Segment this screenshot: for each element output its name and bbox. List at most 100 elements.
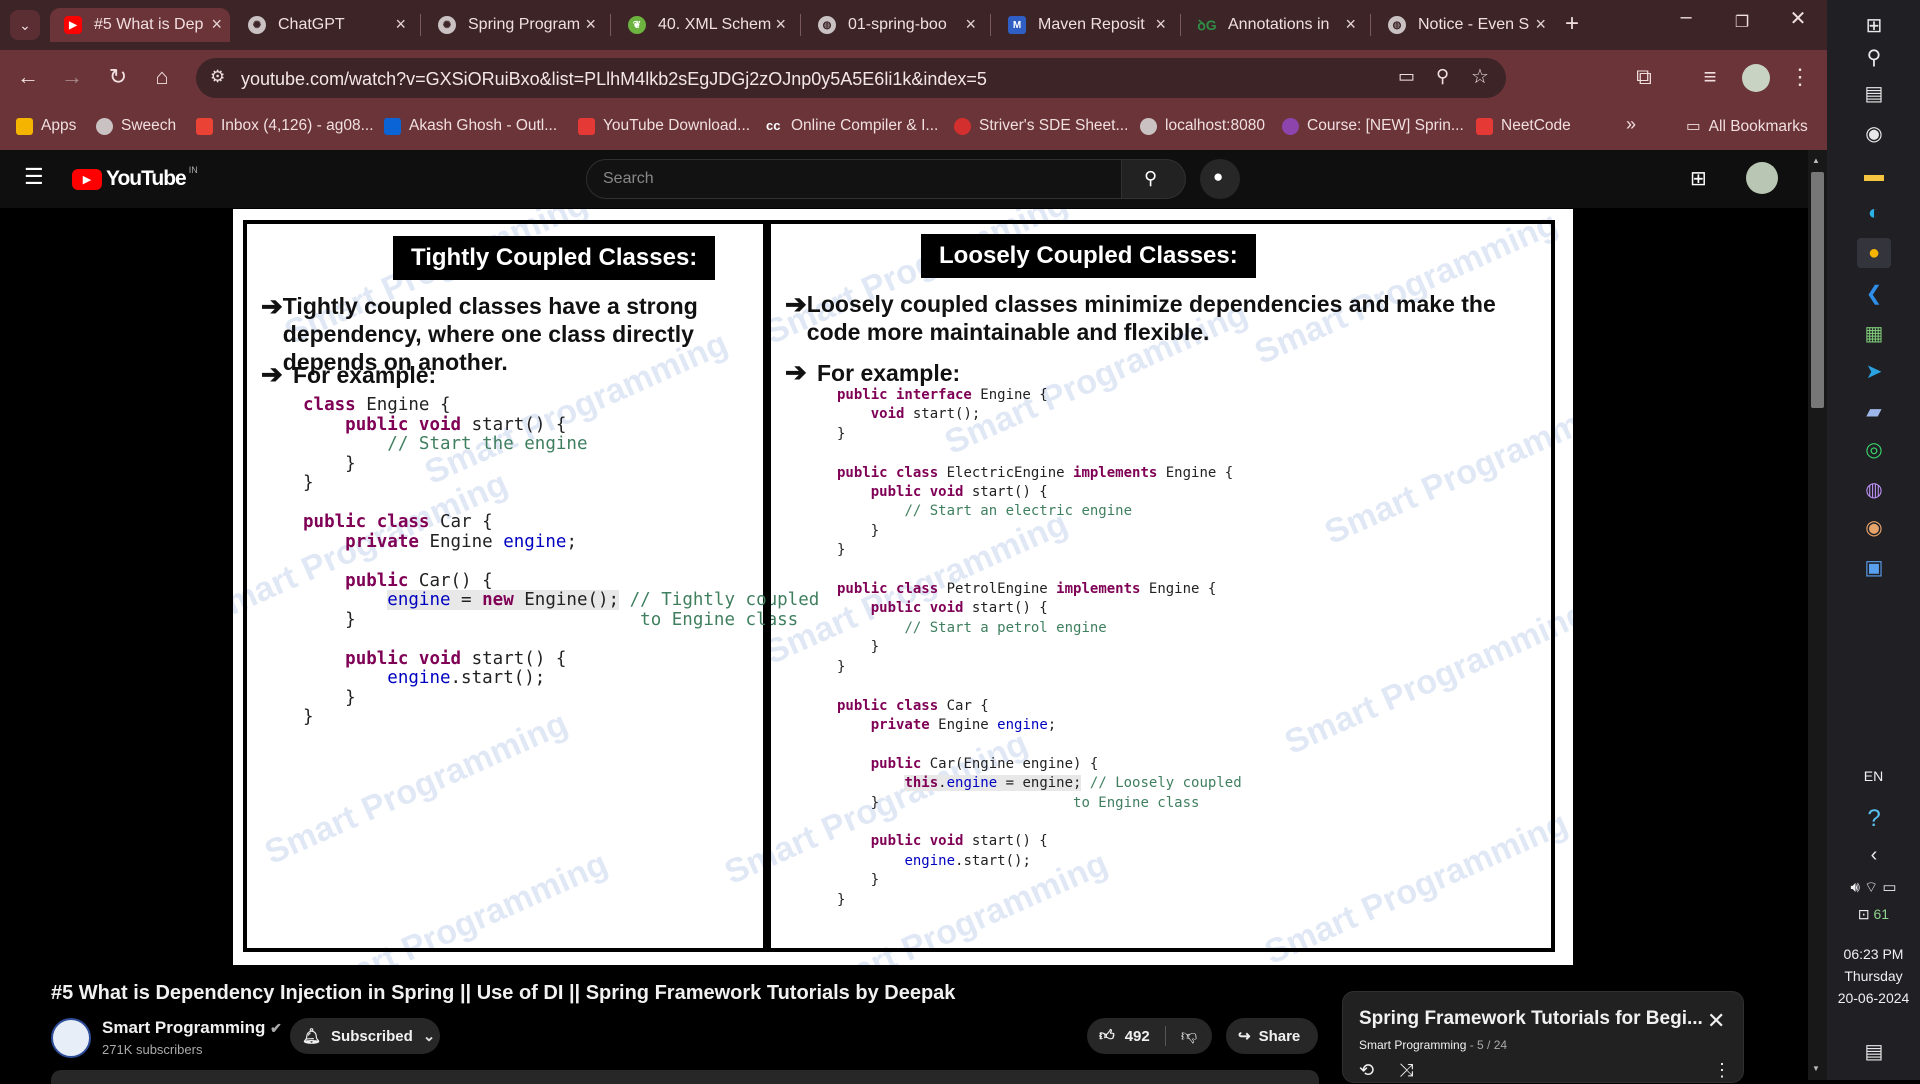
gfg-favicon-icon: ꝺG xyxy=(1197,16,1217,33)
playlist-channel[interactable]: Smart Programming xyxy=(1359,1038,1466,1052)
tab-youtube[interactable]: ▶ #5 What is Dep × xyxy=(50,8,230,42)
task-view-icon[interactable]: ▤ xyxy=(1857,78,1891,108)
home-icon[interactable]: ⌂ xyxy=(148,64,176,90)
close-tab-icon[interactable]: × xyxy=(1345,14,1356,35)
app-icon[interactable]: ◉ xyxy=(1857,512,1891,542)
zoom-icon[interactable]: ⚲ xyxy=(1436,66,1449,87)
media-control-icon[interactable]: ≡ xyxy=(1696,64,1724,90)
site-info-icon[interactable]: ⚙ xyxy=(210,67,225,87)
tab-search-button[interactable]: ⌄ xyxy=(10,10,40,40)
dislike-button[interactable]: 👎︎ xyxy=(1166,1018,1212,1054)
close-tab-icon[interactable]: × xyxy=(211,14,222,35)
region-code: IN xyxy=(188,165,198,175)
new-tab-button[interactable]: + xyxy=(1558,10,1586,38)
close-tab-icon[interactable]: × xyxy=(585,14,596,35)
close-tab-icon[interactable]: × xyxy=(395,14,406,35)
app-icon[interactable]: ◉ xyxy=(1857,118,1891,148)
search-input[interactable]: Search xyxy=(586,159,1122,199)
page-scrollbar[interactable]: ▲ ▼ xyxy=(1808,150,1827,1080)
close-tab-icon[interactable]: × xyxy=(1155,14,1166,35)
close-tab-icon[interactable]: × xyxy=(965,14,976,35)
whatsapp-icon[interactable]: ◎ xyxy=(1857,434,1891,464)
tab-annotations[interactable]: ꝺG Annotations in × xyxy=(1184,8,1364,42)
hamburger-menu-icon[interactable]: ☰ xyxy=(24,164,44,190)
tab-maven[interactable]: M Maven Reposit × xyxy=(994,8,1174,42)
language-indicator[interactable]: EN xyxy=(1827,768,1920,784)
channel-name[interactable]: Smart Programming ✔ xyxy=(102,1018,282,1038)
search-button[interactable]: ⚲ xyxy=(1122,159,1186,199)
subscribed-button[interactable]: 🔔︎ Subscribed ⌄ xyxy=(290,1018,440,1054)
bookmark-apps[interactable]: Apps xyxy=(16,117,76,135)
account-avatar[interactable] xyxy=(1746,162,1778,194)
channel-avatar[interactable] xyxy=(51,1018,91,1058)
notification-center-icon[interactable]: ▤ xyxy=(1857,1036,1891,1066)
tab-spring-boot[interactable]: ◍ 01-spring-boo × xyxy=(804,8,984,42)
bookmark-outlook[interactable]: Akash Ghosh - Outl... xyxy=(384,117,557,135)
close-window-icon[interactable]: ✕ xyxy=(1770,6,1826,31)
video-player[interactable]: Smart Programming Smart Programming Smar… xyxy=(0,208,1808,965)
bookmark-youtube-download[interactable]: YouTube Download... xyxy=(578,117,750,135)
tab-spring-program[interactable]: ✺ Spring Program × xyxy=(424,8,604,42)
bookmark-star-icon[interactable]: ☆ xyxy=(1471,64,1489,89)
close-icon[interactable]: ✕ xyxy=(1707,1008,1725,1034)
close-tab-icon[interactable]: × xyxy=(775,14,786,35)
url-text: youtube.com/watch?v=GXSiORuiBxo&list=PLl… xyxy=(241,69,987,89)
bookmark-label: Sweech xyxy=(121,117,177,134)
chrome-icon[interactable]: ● xyxy=(1857,238,1891,268)
tab-chatgpt[interactable]: ✺ ChatGPT × xyxy=(234,8,414,42)
globe-favicon-icon: ◍ xyxy=(1388,16,1406,34)
cast-icon[interactable]: ▭ xyxy=(1398,66,1415,87)
youtube-logo[interactable]: ▶ YouTube IN xyxy=(72,165,198,191)
vscode-icon[interactable]: ❮ xyxy=(1857,278,1891,308)
chevron-left-icon[interactable]: ‹ xyxy=(1857,840,1891,870)
github-icon[interactable]: ◍ xyxy=(1857,474,1891,504)
like-button[interactable]: 👍︎ 492 xyxy=(1087,1018,1165,1054)
tab-xml-schema[interactable]: ❦ 40. XML Schem × xyxy=(614,8,794,42)
forward-icon[interactable]: → xyxy=(58,64,86,90)
extensions-icon[interactable]: ⧉ xyxy=(1630,64,1658,90)
clock-time[interactable]: 06:23 PM xyxy=(1827,946,1920,962)
voice-search-button[interactable]: ● xyxy=(1200,159,1240,199)
bookmark-sweech[interactable]: Sweech xyxy=(96,117,176,135)
bookmark-striver[interactable]: Striver's SDE Sheet... xyxy=(954,117,1128,135)
loop-icon[interactable]: ⟲ xyxy=(1359,1060,1374,1081)
windows-start-icon[interactable]: ⊞ xyxy=(1857,10,1891,40)
tray-status-icons[interactable]: 🔊︎ ⌔ ▭ xyxy=(1827,878,1920,897)
close-tab-icon[interactable]: × xyxy=(1535,14,1546,35)
help-icon[interactable]: ? xyxy=(1857,804,1891,834)
restore-icon[interactable]: ❐ xyxy=(1714,12,1770,32)
bookmark-neetcode[interactable]: NeetCode xyxy=(1476,117,1571,135)
menu-icon[interactable]: ⋮ xyxy=(1786,64,1814,90)
description-box[interactable] xyxy=(51,1070,1319,1084)
create-video-icon[interactable]: ⊞ xyxy=(1690,166,1707,191)
shuffle-icon[interactable]: ⤨ xyxy=(1399,1060,1413,1081)
more-bookmarks-button[interactable]: » xyxy=(1626,114,1636,135)
tab-notice[interactable]: ◍ Notice - Even S × xyxy=(1374,8,1554,42)
scroll-down-icon[interactable]: ▼ xyxy=(1812,1064,1820,1073)
bookmark-localhost[interactable]: localhost:8080 xyxy=(1140,117,1265,135)
more-options-icon[interactable]: ⋮ xyxy=(1713,1060,1731,1081)
search-icon[interactable]: ⚲ xyxy=(1857,42,1891,72)
share-button[interactable]: ↪ Share xyxy=(1226,1018,1318,1054)
bookmark-gmail[interactable]: Inbox (4,126) - ag08... xyxy=(196,117,374,135)
edge-icon[interactable]: ◐ xyxy=(1857,198,1891,228)
minimize-icon[interactable]: – xyxy=(1658,6,1714,29)
telegram-icon[interactable]: ➤ xyxy=(1857,356,1891,386)
back-icon[interactable]: ← xyxy=(14,64,42,90)
bookmark-course[interactable]: Course: [NEW] Sprin... xyxy=(1282,117,1464,135)
bookmark-label: localhost:8080 xyxy=(1165,117,1265,134)
app-icon[interactable]: ▣ xyxy=(1857,552,1891,582)
bookmark-online-compiler[interactable]: cc Online Compiler & I... xyxy=(766,117,938,135)
profile-avatar[interactable] xyxy=(1742,64,1770,92)
playlist-title[interactable]: Spring Framework Tutorials for Begi... xyxy=(1359,1008,1703,1030)
scroll-up-icon[interactable]: ▲ xyxy=(1812,156,1820,165)
file-explorer-icon[interactable]: ▬ xyxy=(1857,160,1891,190)
play-logo-icon: ▶ xyxy=(72,168,102,190)
app-icon[interactable]: ▰ xyxy=(1857,396,1891,426)
notepad-icon[interactable]: ▦ xyxy=(1857,318,1891,348)
subscribed-label: Subscribed xyxy=(331,1027,413,1045)
address-bar[interactable]: ⚙ youtube.com/watch?v=GXSiORuiBxo&list=P… xyxy=(196,58,1506,98)
scrollbar-thumb[interactable] xyxy=(1811,172,1824,408)
reload-icon[interactable]: ↻ xyxy=(104,64,132,90)
all-bookmarks[interactable]: ▭ All Bookmarks xyxy=(1686,117,1808,136)
